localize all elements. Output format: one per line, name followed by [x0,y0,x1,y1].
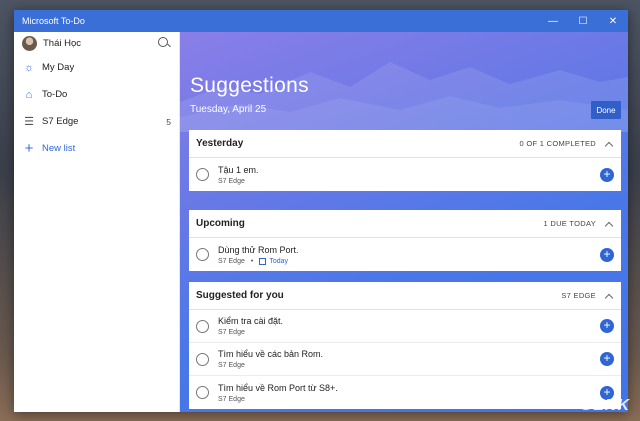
task-subtitle: S7 Edge [218,329,600,336]
list-item[interactable]: Tìm hiểu về các bản Rom. S7 Edge + [189,343,621,376]
page-title: Suggestions [190,74,309,97]
add-to-my-day-button[interactable]: + [600,247,614,262]
task-title: Kiểm tra cài đặt. [218,316,284,326]
task-subtitle: S7 Edge [218,396,600,403]
avatar [22,35,37,51]
maximize-button[interactable]: ☐ [568,10,598,32]
done-button[interactable]: Done [591,101,621,119]
list-item[interactable]: Dùng thử Rom Port. S7 Edge • Today + [189,238,621,271]
user-row[interactable]: Thái Học [14,32,179,54]
sun-icon: ☼ [23,61,35,74]
section-upcoming: Upcoming 1 DUE TODAY Dùng thử Rom Port. … [189,210,621,271]
add-to-my-day-button[interactable]: + [600,319,614,333]
task-list-name: S7 Edge [218,177,245,185]
app-window: Microsoft To-Do — ☐ ✕ Thái Học ☼ My Day … [14,10,628,412]
chevron-up-icon[interactable] [604,291,614,301]
task-text: Tìm hiểu về các bản Rom. S7 Edge [218,349,600,369]
task-subtitle: S7 Edge • Today [218,257,600,265]
section-suggested: Suggested for you S7 EDGE Kiểm tra cài đ… [189,282,621,409]
task-list-name: S7 Edge [218,329,245,336]
sidebar-item-label: My Day [42,62,75,73]
add-to-my-day-button[interactable]: + [600,167,614,182]
task-title: Tìm hiểu về các bản Rom. [218,349,324,359]
calendar-icon [259,257,267,265]
sidebar-item-label: To-Do [42,89,68,100]
section-yesterday: Yesterday 0 OF 1 COMPLETED Tậu 1 em. S7 … [189,130,621,191]
complete-checkbox[interactable] [196,386,209,399]
sidebar: Thái Học ☼ My Day ⌂ To-Do ☰ S7 Edge 5 + … [14,32,180,412]
section-meta: S7 EDGE [561,291,596,300]
list-count: 5 [166,116,171,127]
new-list-label: New list [42,143,76,154]
sidebar-item-my-day[interactable]: ☼ My Day [14,54,179,81]
section-header[interactable]: Suggested for you S7 EDGE [189,282,621,310]
user-name: Thái Học [43,37,82,49]
sidebar-item-to-do[interactable]: ⌂ To-Do [14,81,179,108]
plus-icon: + [24,140,34,157]
add-to-my-day-button[interactable]: + [600,352,614,366]
section-title: Yesterday [196,138,244,149]
task-title: Dùng thử Rom Port. [218,244,299,255]
sidebar-item-label: S7 Edge [42,116,79,127]
chevron-up-icon[interactable] [604,219,614,229]
task-title: Tìm hiểu về Rom Port từ S8+. [218,382,338,393]
new-list-button[interactable]: + New list [14,135,179,162]
due-date: Today [269,257,288,265]
section-title: Upcoming [196,218,245,229]
list-item[interactable]: Tậu 1 em. S7 Edge + [189,158,621,191]
complete-checkbox[interactable] [196,319,209,333]
task-list-name: S7 Edge [218,257,245,265]
search-icon[interactable] [157,36,171,50]
home-icon: ⌂ [25,88,33,101]
list-item[interactable]: Kiểm tra cài đặt. S7 Edge + [189,310,621,343]
section-meta: 0 OF 1 COMPLETED [519,139,596,148]
task-list-name: S7 Edge [218,362,245,369]
minimize-button[interactable]: — [538,10,568,32]
complete-checkbox[interactable] [196,352,209,366]
complete-checkbox[interactable] [196,248,209,261]
list-item[interactable]: Tìm hiểu về Rom Port từ S8+. S7 Edge + [189,376,621,409]
task-text: Dùng thử Rom Port. S7 Edge • Today [218,245,600,265]
task-text: Tìm hiểu về Rom Port từ S8+. S7 Edge [218,383,600,403]
task-subtitle: S7 Edge [218,362,600,369]
separator-dot: • [250,257,254,265]
chevron-up-icon[interactable] [604,139,614,149]
task-text: Tậu 1 em. S7 Edge [218,165,600,185]
complete-checkbox[interactable] [196,168,209,181]
task-list-name: S7 Edge [218,395,245,403]
watermark-logo: GENK [579,397,630,414]
close-button[interactable]: ✕ [598,10,628,32]
section-header[interactable]: Upcoming 1 DUE TODAY [189,210,621,238]
main-panel: Suggestions Tuesday, April 25 Done Yeste… [180,32,628,412]
page-date: Tuesday, April 25 [190,104,267,115]
task-title: Tậu 1 em. [218,164,259,175]
task-text: Kiểm tra cài đặt. S7 Edge [218,316,600,336]
list-icon: ☰ [24,116,34,128]
task-subtitle: S7 Edge [218,178,600,185]
title-bar: Microsoft To-Do — ☐ ✕ [14,10,628,32]
sidebar-item-s7-edge[interactable]: ☰ S7 Edge 5 [14,108,179,135]
section-header[interactable]: Yesterday 0 OF 1 COMPLETED [189,130,621,158]
section-title: Suggested for you [196,290,284,301]
window-title: Microsoft To-Do [22,16,85,26]
section-meta: 1 DUE TODAY [543,219,596,228]
